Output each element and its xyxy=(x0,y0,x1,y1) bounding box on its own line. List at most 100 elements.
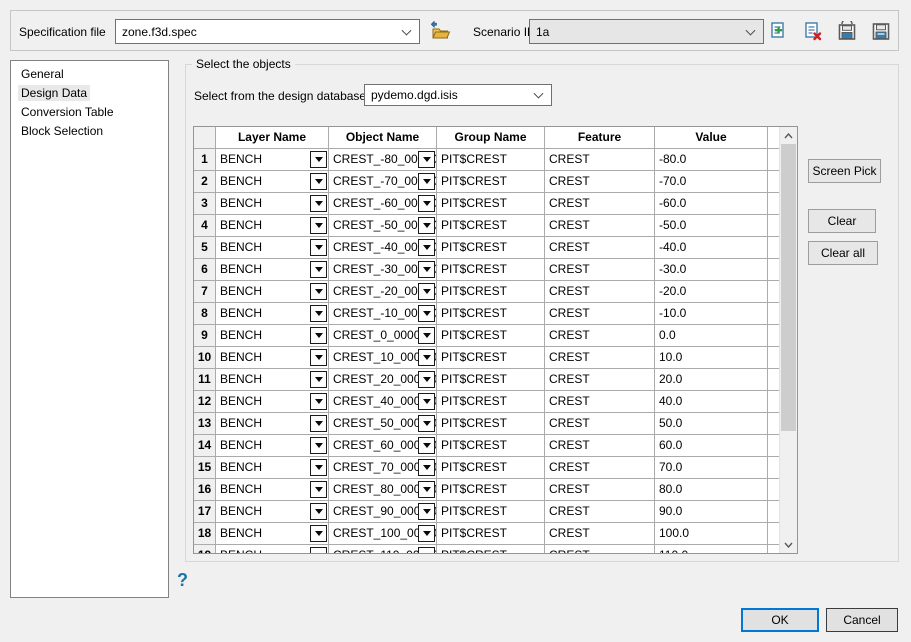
object-name-cell[interactable]: CREST_20_000000 xyxy=(329,369,437,390)
value-cell[interactable]: -30.0 xyxy=(655,259,768,280)
layer-name-cell[interactable]: BENCH xyxy=(216,391,329,412)
object-name-cell[interactable]: CREST_70_000000 xyxy=(329,457,437,478)
row-number-cell[interactable]: 7 xyxy=(194,281,216,302)
object-name-cell[interactable]: CREST_-50_00000 xyxy=(329,215,437,236)
group-name-cell[interactable]: PIT$CREST xyxy=(437,303,545,324)
cell-dropdown-icon[interactable] xyxy=(310,459,327,476)
feature-cell[interactable]: CREST xyxy=(545,501,655,522)
cell-dropdown-icon[interactable] xyxy=(310,481,327,498)
object-name-cell[interactable]: CREST_-20_00000 xyxy=(329,281,437,302)
layer-name-cell[interactable]: BENCH xyxy=(216,259,329,280)
group-name-cell[interactable]: PIT$CREST xyxy=(437,369,545,390)
scrollbar-down-icon[interactable] xyxy=(780,536,797,553)
row-number-cell[interactable]: 15 xyxy=(194,457,216,478)
cell-dropdown-icon[interactable] xyxy=(310,349,327,366)
cell-dropdown-icon[interactable] xyxy=(418,371,435,388)
value-cell[interactable]: 10.0 xyxy=(655,347,768,368)
row-number-cell[interactable]: 13 xyxy=(194,413,216,434)
object-name-cell[interactable]: CREST_100_00000 xyxy=(329,523,437,544)
cell-dropdown-icon[interactable] xyxy=(418,239,435,256)
group-name-cell[interactable]: PIT$CREST xyxy=(437,259,545,280)
scenario-id-combobox[interactable]: 1a xyxy=(529,19,764,44)
value-cell[interactable]: 110.0 xyxy=(655,545,768,553)
feature-cell[interactable]: CREST xyxy=(545,171,655,192)
save-as-icon[interactable] xyxy=(870,21,891,42)
cell-dropdown-icon[interactable] xyxy=(310,305,327,322)
cell-dropdown-icon[interactable] xyxy=(418,305,435,322)
delete-scenario-icon[interactable] xyxy=(802,21,823,42)
layer-name-cell[interactable]: BENCH xyxy=(216,457,329,478)
cell-dropdown-icon[interactable] xyxy=(310,239,327,256)
feature-cell[interactable]: CREST xyxy=(545,259,655,280)
group-name-cell[interactable]: PIT$CREST xyxy=(437,545,545,553)
row-number-cell[interactable]: 9 xyxy=(194,325,216,346)
value-cell[interactable]: 70.0 xyxy=(655,457,768,478)
feature-cell[interactable]: CREST xyxy=(545,435,655,456)
row-number-cell[interactable]: 17 xyxy=(194,501,216,522)
object-name-cell[interactable]: CREST_90_000000 xyxy=(329,501,437,522)
cell-dropdown-icon[interactable] xyxy=(418,349,435,366)
add-scenario-icon[interactable] xyxy=(768,21,789,42)
clear-all-button[interactable]: Clear all xyxy=(808,241,878,265)
feature-cell[interactable]: CREST xyxy=(545,391,655,412)
layer-name-cell[interactable]: BENCH xyxy=(216,193,329,214)
object-name-cell[interactable]: CREST_-40_00000 xyxy=(329,237,437,258)
screen-pick-button[interactable]: Screen Pick xyxy=(808,159,881,183)
group-name-cell[interactable]: PIT$CREST xyxy=(437,149,545,170)
group-name-cell[interactable]: PIT$CREST xyxy=(437,281,545,302)
layer-name-cell[interactable]: BENCH xyxy=(216,347,329,368)
value-cell[interactable]: 50.0 xyxy=(655,413,768,434)
cell-dropdown-icon[interactable] xyxy=(418,393,435,410)
cell-dropdown-icon[interactable] xyxy=(418,217,435,234)
value-cell[interactable]: -10.0 xyxy=(655,303,768,324)
feature-cell[interactable]: CREST xyxy=(545,281,655,302)
sidebar-item-conversion-table[interactable]: Conversion Table xyxy=(11,103,168,122)
ok-button[interactable]: OK xyxy=(741,608,819,632)
group-name-cell[interactable]: PIT$CREST xyxy=(437,457,545,478)
value-cell[interactable]: -40.0 xyxy=(655,237,768,258)
value-cell[interactable]: 80.0 xyxy=(655,479,768,500)
layer-name-cell[interactable]: BENCH xyxy=(216,523,329,544)
feature-cell[interactable]: CREST xyxy=(545,523,655,544)
row-number-cell[interactable]: 10 xyxy=(194,347,216,368)
cell-dropdown-icon[interactable] xyxy=(418,173,435,190)
feature-cell[interactable]: CREST xyxy=(545,303,655,324)
group-name-cell[interactable]: PIT$CREST xyxy=(437,479,545,500)
layer-name-cell[interactable]: BENCH xyxy=(216,435,329,456)
cell-dropdown-icon[interactable] xyxy=(310,393,327,410)
object-name-cell[interactable]: CREST_0_000000 xyxy=(329,325,437,346)
row-number-cell[interactable]: 6 xyxy=(194,259,216,280)
cell-dropdown-icon[interactable] xyxy=(310,217,327,234)
cell-dropdown-icon[interactable] xyxy=(310,327,327,344)
feature-cell[interactable]: CREST xyxy=(545,413,655,434)
group-name-cell[interactable]: PIT$CREST xyxy=(437,171,545,192)
cell-dropdown-icon[interactable] xyxy=(418,415,435,432)
cell-dropdown-icon[interactable] xyxy=(310,261,327,278)
sidebar-item-block-selection[interactable]: Block Selection xyxy=(11,122,168,141)
row-number-cell[interactable]: 14 xyxy=(194,435,216,456)
cell-dropdown-icon[interactable] xyxy=(310,195,327,212)
value-cell[interactable]: 0.0 xyxy=(655,325,768,346)
cell-dropdown-icon[interactable] xyxy=(418,459,435,476)
group-name-cell[interactable]: PIT$CREST xyxy=(437,215,545,236)
group-name-cell[interactable]: PIT$CREST xyxy=(437,435,545,456)
layer-name-cell[interactable]: BENCH xyxy=(216,171,329,192)
layer-name-cell[interactable]: BENCH xyxy=(216,479,329,500)
object-name-cell[interactable]: CREST_-70_00000 xyxy=(329,171,437,192)
cell-dropdown-icon[interactable] xyxy=(418,437,435,454)
value-cell[interactable]: -70.0 xyxy=(655,171,768,192)
cell-dropdown-icon[interactable] xyxy=(310,525,327,542)
layer-name-cell[interactable]: BENCH xyxy=(216,281,329,302)
cell-dropdown-icon[interactable] xyxy=(418,283,435,300)
browse-spec-file-button[interactable] xyxy=(428,21,451,43)
value-cell[interactable]: 100.0 xyxy=(655,523,768,544)
object-name-cell[interactable]: CREST_40_000000 xyxy=(329,391,437,412)
group-name-cell[interactable]: PIT$CREST xyxy=(437,391,545,412)
cell-dropdown-icon[interactable] xyxy=(418,327,435,344)
group-name-cell[interactable]: PIT$CREST xyxy=(437,193,545,214)
object-name-cell[interactable]: CREST_-80_00000 xyxy=(329,149,437,170)
value-cell[interactable]: -60.0 xyxy=(655,193,768,214)
cell-dropdown-icon[interactable] xyxy=(310,283,327,300)
clear-button[interactable]: Clear xyxy=(808,209,876,233)
object-name-cell[interactable]: CREST_80_000000 xyxy=(329,479,437,500)
